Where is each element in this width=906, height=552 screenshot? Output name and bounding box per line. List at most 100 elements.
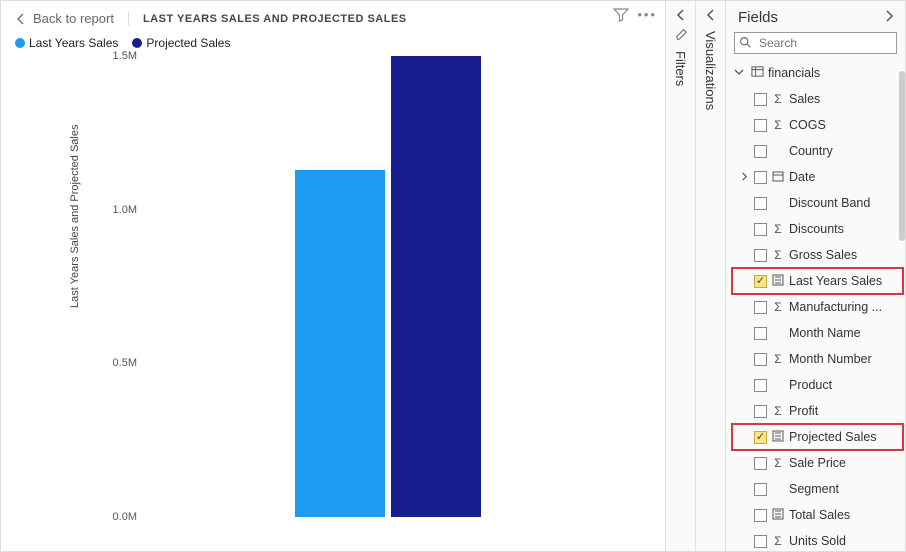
field-checkbox[interactable] <box>754 405 767 418</box>
field-item[interactable]: Date <box>732 164 903 190</box>
chevron-right-icon[interactable] <box>883 9 895 26</box>
search-input[interactable] <box>734 32 897 54</box>
field-label: Gross Sales <box>789 248 857 262</box>
legend-swatch <box>15 38 25 48</box>
field-checkbox[interactable] <box>754 483 767 496</box>
field-label: Last Years Sales <box>789 274 882 288</box>
y-tick: 0.0M <box>97 511 137 523</box>
sigma-icon: Σ <box>771 534 785 548</box>
field-label: COGS <box>789 118 826 132</box>
bar[interactable] <box>391 56 481 517</box>
field-checkbox[interactable] <box>754 119 767 132</box>
field-checkbox[interactable] <box>754 379 767 392</box>
field-label: Profit <box>789 404 818 418</box>
field-checkbox[interactable] <box>754 197 767 210</box>
field-checkbox[interactable] <box>754 353 767 366</box>
field-label: Total Sales <box>789 508 850 522</box>
field-item[interactable]: Σ Units Sold <box>732 528 903 551</box>
eraser-icon <box>674 27 688 41</box>
field-label: Month Number <box>789 352 872 366</box>
chevron-down-icon <box>734 66 746 80</box>
field-item[interactable]: Month Name <box>732 320 903 346</box>
sigma-icon: Σ <box>771 222 785 236</box>
table-icon <box>750 65 764 81</box>
field-checkbox[interactable] <box>754 145 767 158</box>
field-label: Country <box>789 144 833 158</box>
field-label: Sale Price <box>789 456 846 470</box>
measure-icon <box>771 508 785 523</box>
search-icon <box>739 36 752 49</box>
scrollbar[interactable] <box>899 71 905 241</box>
field-item[interactable]: Σ Manufacturing ... <box>732 294 903 320</box>
field-label: Manufacturing ... <box>789 300 882 314</box>
field-item[interactable]: ✓ Last Years Sales <box>732 268 903 294</box>
filters-panel-collapsed[interactable]: Filters <box>665 1 695 551</box>
fields-pane: Fields financials Σ Sales Σ COGS <box>725 1 905 551</box>
field-item[interactable]: Country <box>732 138 903 164</box>
field-item[interactable]: Σ Profit <box>732 398 903 424</box>
group-label: financials <box>768 66 820 80</box>
field-item[interactable]: Segment <box>732 476 903 502</box>
fields-title: Fields <box>738 9 778 26</box>
filter-icon[interactable] <box>613 7 629 26</box>
field-label: Segment <box>789 482 839 496</box>
more-icon[interactable]: ••• <box>637 7 657 26</box>
field-label: Month Name <box>789 326 861 340</box>
back-label: Back to report <box>33 11 114 26</box>
field-group[interactable]: financials <box>732 60 903 86</box>
field-checkbox[interactable]: ✓ <box>754 431 767 444</box>
fields-tree: financials Σ Sales Σ COGS Country Date <box>726 60 905 551</box>
field-item[interactable]: Σ Sale Price <box>732 450 903 476</box>
field-checkbox[interactable] <box>754 509 767 522</box>
sigma-icon: Σ <box>771 352 785 366</box>
y-axis: 0.0M0.5M1.0M1.5M <box>97 56 137 517</box>
field-item[interactable]: Discount Band <box>732 190 903 216</box>
field-label: Sales <box>789 92 820 106</box>
field-item[interactable]: Σ Sales <box>732 86 903 112</box>
legend-item[interactable]: Last Years Sales <box>15 36 118 50</box>
sigma-icon: Σ <box>771 456 785 470</box>
field-label: Discounts <box>789 222 844 236</box>
chevron-left-icon <box>15 13 27 25</box>
bars <box>141 56 635 517</box>
y-tick: 0.5M <box>97 357 137 369</box>
field-checkbox[interactable] <box>754 327 767 340</box>
plot-area: Last Years Sales and Projected Sales 0.0… <box>61 56 645 541</box>
legend-swatch <box>132 38 142 48</box>
sigma-icon: Σ <box>771 404 785 418</box>
field-item[interactable]: Σ COGS <box>732 112 903 138</box>
field-checkbox[interactable] <box>754 249 767 262</box>
field-item[interactable]: Σ Gross Sales <box>732 242 903 268</box>
filters-label: Filters <box>673 51 688 86</box>
y-tick: 1.0M <box>97 204 137 216</box>
field-checkbox[interactable] <box>754 457 767 470</box>
chevron-left-icon <box>675 9 687 21</box>
field-label: Projected Sales <box>789 430 877 444</box>
field-checkbox[interactable] <box>754 93 767 106</box>
field-checkbox[interactable]: ✓ <box>754 275 767 288</box>
sigma-icon: Σ <box>771 92 785 106</box>
visualizations-panel-collapsed[interactable]: Visualizations <box>695 1 725 551</box>
field-checkbox[interactable] <box>754 301 767 314</box>
field-item[interactable]: ✓ Projected Sales <box>732 424 903 450</box>
bar[interactable] <box>295 170 385 517</box>
field-checkbox[interactable] <box>754 535 767 548</box>
field-checkbox[interactable] <box>754 171 767 184</box>
y-axis-label: Last Years Sales and Projected Sales <box>69 125 81 308</box>
field-item[interactable]: Σ Discounts <box>732 216 903 242</box>
legend-item[interactable]: Projected Sales <box>132 36 230 50</box>
calendar-icon <box>771 170 785 185</box>
field-item[interactable]: Product <box>732 372 903 398</box>
sigma-icon: Σ <box>771 300 785 314</box>
sigma-icon: Σ <box>771 118 785 132</box>
measure-icon <box>771 430 785 445</box>
visualizations-label: Visualizations <box>703 31 718 110</box>
back-button[interactable]: Back to report <box>15 11 129 26</box>
field-item[interactable]: Σ Month Number <box>732 346 903 372</box>
sigma-icon: Σ <box>771 248 785 262</box>
field-label: Date <box>789 170 815 184</box>
field-item[interactable]: Total Sales <box>732 502 903 528</box>
field-checkbox[interactable] <box>754 223 767 236</box>
legend-label: Projected Sales <box>146 36 230 50</box>
chevron-right-icon <box>740 170 750 184</box>
